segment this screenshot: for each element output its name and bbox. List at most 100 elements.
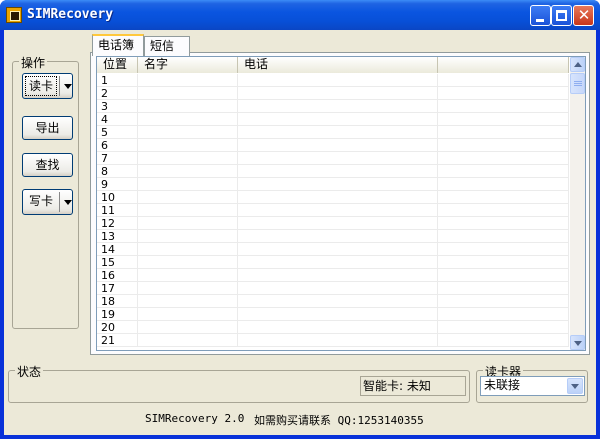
find-button[interactable]: 查找 (22, 153, 73, 177)
chevron-down-icon[interactable] (64, 200, 72, 205)
cell-position: 2 (97, 87, 138, 100)
table-row[interactable]: 6 (97, 139, 569, 152)
table-cell (238, 191, 438, 204)
table-row[interactable]: 7 (97, 152, 569, 165)
table-row[interactable]: 15 (97, 256, 569, 269)
table-row[interactable]: 1 (97, 74, 569, 87)
write-card-split-button[interactable]: 写卡 (22, 189, 73, 215)
column-blank[interactable] (438, 57, 569, 73)
tab-sms-label: 短信 (150, 39, 175, 53)
chevron-down-icon (574, 341, 582, 346)
write-card-label[interactable]: 写卡 (25, 192, 57, 212)
column-name[interactable]: 名字 (138, 57, 238, 73)
cell-position: 21 (97, 334, 138, 347)
cell-position: 19 (97, 308, 138, 321)
table-cell (238, 295, 438, 308)
table-row[interactable]: 11 (97, 204, 569, 217)
table-cell (238, 230, 438, 243)
column-phone[interactable]: 电话 (238, 57, 438, 73)
chevron-down-icon[interactable] (64, 84, 72, 89)
table-cell (138, 295, 238, 308)
table-cell (238, 256, 438, 269)
cell-position: 16 (97, 269, 138, 282)
close-icon: ✕ (577, 6, 591, 24)
cell-position: 8 (97, 165, 138, 178)
scroll-down-button[interactable] (570, 335, 585, 350)
table-row[interactable]: 20 (97, 321, 569, 334)
table-row[interactable]: 19 (97, 308, 569, 321)
grip-line (574, 81, 582, 82)
column-position[interactable]: 位置 (97, 57, 138, 73)
cell-position: 9 (97, 178, 138, 191)
table-row[interactable]: 9 (97, 178, 569, 191)
grip-line (574, 85, 582, 86)
export-button[interactable]: 导出 (22, 116, 73, 140)
table-cell (438, 321, 569, 334)
table-cell (138, 126, 238, 139)
table-cell (438, 230, 569, 243)
split-divider (59, 76, 60, 96)
smartcard-status: 智能卡: 未知 (360, 376, 466, 396)
table-cell (138, 87, 238, 100)
scroll-up-button[interactable] (570, 57, 585, 72)
read-card-split-button[interactable]: 读卡 (22, 73, 73, 99)
table-row[interactable]: 14 (97, 243, 569, 256)
cell-position: 20 (97, 321, 138, 334)
table-cell (238, 204, 438, 217)
cell-position: 7 (97, 152, 138, 165)
table-row[interactable]: 21 (97, 334, 569, 347)
table-cell (238, 113, 438, 126)
table-row[interactable]: 17 (97, 282, 569, 295)
table-row[interactable]: 16 (97, 269, 569, 282)
maximize-button[interactable] (551, 5, 572, 26)
table-cell (438, 87, 569, 100)
table-cell (138, 243, 238, 256)
table-cell (238, 126, 438, 139)
table-cell (238, 282, 438, 295)
table-cell (438, 269, 569, 282)
table-cell (238, 269, 438, 282)
window-title: SIMRecovery (27, 7, 114, 22)
minimize-icon (536, 19, 544, 22)
table-row[interactable]: 8 (97, 165, 569, 178)
read-card-label[interactable]: 读卡 (25, 76, 57, 96)
table-cell (238, 139, 438, 152)
minimize-button[interactable] (530, 5, 551, 26)
table-cell (238, 165, 438, 178)
table-cell (438, 74, 569, 87)
table-row[interactable]: 5 (97, 126, 569, 139)
table-row[interactable]: 18 (97, 295, 569, 308)
table-row[interactable]: 13 (97, 230, 569, 243)
cell-position: 1 (97, 74, 138, 87)
app-icon[interactable] (6, 7, 22, 23)
app-window: SIMRecovery ✕ 操作 读卡 导出 查找 写卡 电话簿 短信 位置 名… (0, 0, 600, 439)
cell-position: 15 (97, 256, 138, 269)
table-row[interactable]: 4 (97, 113, 569, 126)
tab-sms[interactable]: 短信 (144, 36, 190, 56)
chevron-down-icon[interactable] (567, 378, 583, 394)
table-row[interactable]: 10 (97, 191, 569, 204)
split-divider (59, 192, 60, 212)
vertical-scrollbar[interactable] (570, 57, 585, 350)
title-bar[interactable]: SIMRecovery ✕ (0, 0, 600, 30)
table-cell (138, 230, 238, 243)
table-cell (138, 191, 238, 204)
cell-position: 11 (97, 204, 138, 217)
footer-contact: 如需购买请联系 QQ:1253140355 (254, 414, 424, 427)
phonebook-list[interactable]: 位置 名字 电话 1 2 3 4 5 6 7 8 9 10 11 12 13 14 15 16 17 18 19 20… (96, 56, 586, 351)
close-button[interactable]: ✕ (573, 5, 594, 26)
table-cell (438, 165, 569, 178)
table-cell (238, 217, 438, 230)
grip-line (574, 83, 582, 84)
list-header: 位置 名字 电话 (97, 57, 569, 73)
table-row[interactable]: 12 (97, 217, 569, 230)
reader-select[interactable]: 未联接 (480, 376, 585, 396)
scroll-thumb[interactable] (570, 73, 585, 94)
cell-position: 18 (97, 295, 138, 308)
cell-position: 14 (97, 243, 138, 256)
tab-phonebook[interactable]: 电话簿 (92, 34, 144, 56)
table-row[interactable]: 3 (97, 100, 569, 113)
footer-version: SIMRecovery 2.0 (145, 412, 245, 425)
table-row[interactable]: 2 (97, 87, 569, 100)
maximize-icon (556, 10, 567, 21)
